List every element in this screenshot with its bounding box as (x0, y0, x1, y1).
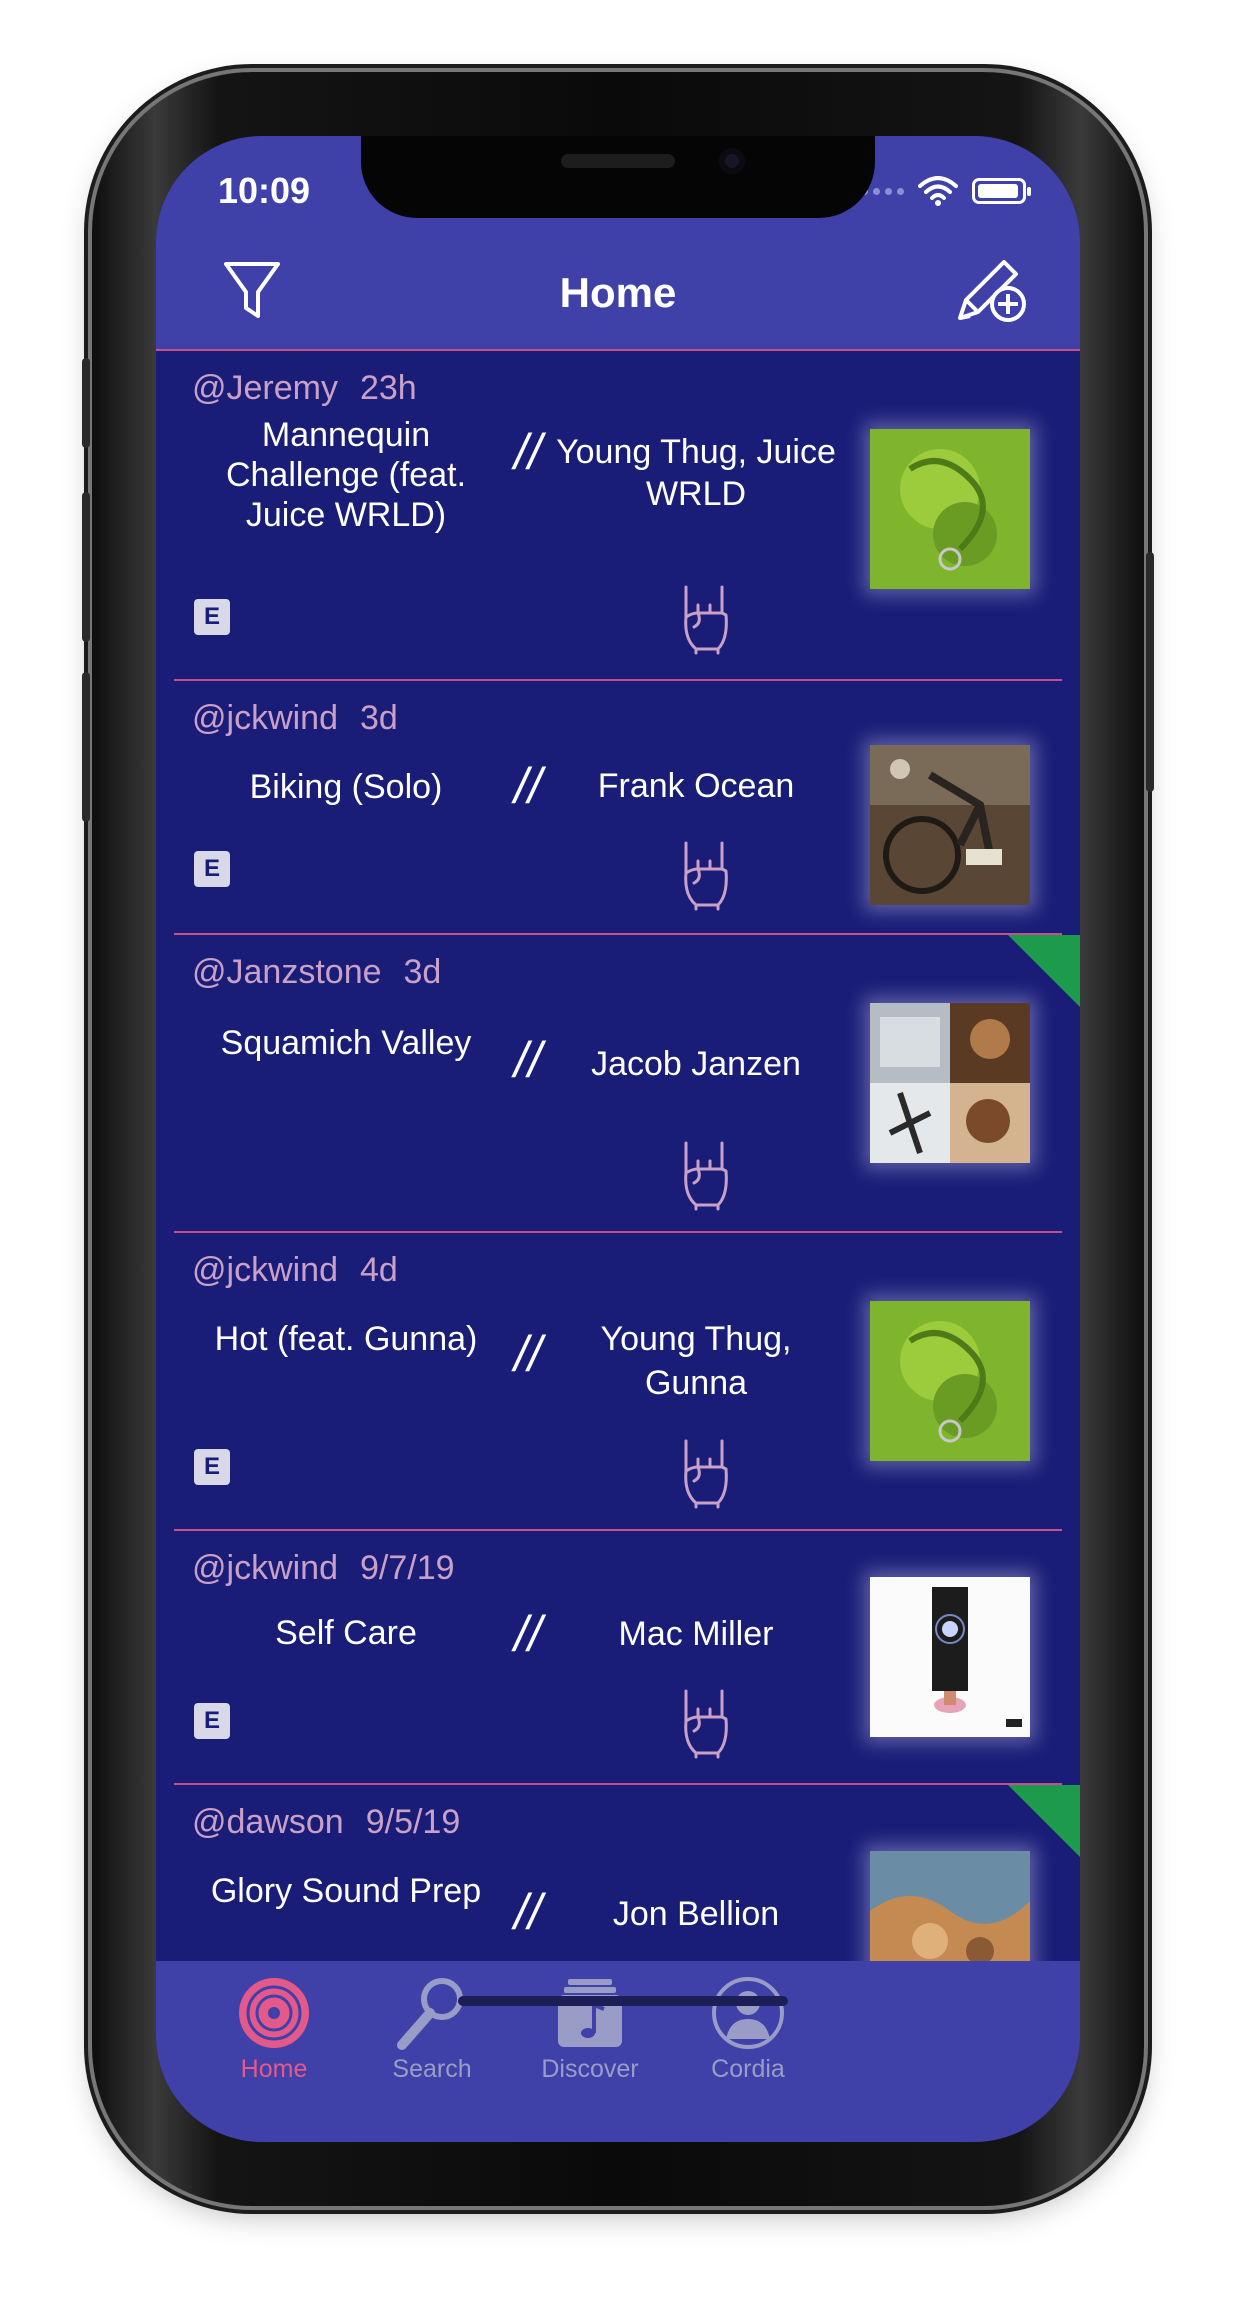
status-time: 10:09 (218, 170, 311, 211)
camera (719, 148, 745, 174)
page-title: Home (559, 269, 677, 316)
rock-hand-icon[interactable] (676, 1139, 736, 1211)
separator: // (514, 758, 542, 814)
post-meta: @Jeremy 23h (192, 369, 417, 408)
post-time: 3d (360, 699, 398, 737)
feed-list[interactable]: @Jeremy 23h Mannequin Challenge (feat. Ju… (156, 351, 1080, 1961)
explicit-badge: E (194, 851, 230, 887)
tab-discover[interactable]: Discover (510, 1975, 670, 2084)
song-title: Hot (feat. Gunna) (214, 1320, 478, 1358)
song-title: Self Care (275, 1614, 417, 1652)
song-title: Squamich Valley (220, 1024, 472, 1062)
feed-item[interactable]: @Jeremy 23h Mannequin Challenge (feat. Ju… (156, 351, 1080, 683)
magnifier-icon (397, 1978, 463, 2050)
app-screen: 10:09 Home @Jeremy 23h Mannequin Challen… (156, 136, 1080, 2142)
separator: // (514, 1032, 542, 1088)
rock-hand-icon[interactable] (676, 1687, 736, 1759)
artist-name: Young Thug, Juice WRLD (556, 433, 836, 513)
separator: // (514, 424, 542, 480)
battery-icon (972, 178, 1031, 204)
post-time: 3d (403, 953, 442, 991)
new-badge-corner (1008, 935, 1080, 1007)
artist-name: Jon Bellion (612, 1895, 780, 1933)
volume-down-button (82, 672, 90, 822)
separator: // (514, 1606, 542, 1662)
album-art[interactable] (870, 1301, 1030, 1461)
music-stack-icon (558, 1979, 622, 2047)
artist-name: Jacob Janzen (591, 1045, 801, 1083)
speaker (561, 154, 675, 168)
album-art[interactable] (870, 1851, 1030, 1961)
mute-switch (82, 358, 90, 448)
post-meta: @dawson 9/5/19 (192, 1803, 460, 1842)
tab-label: Search (392, 2055, 472, 2083)
username-link[interactable]: @jckwind (192, 699, 338, 737)
explicit-badge: E (194, 1449, 230, 1485)
song-title: Glory Sound Prep (210, 1872, 482, 1910)
notch (361, 136, 875, 218)
artist-name: Frank Ocean (597, 767, 795, 805)
album-art[interactable] (870, 429, 1030, 589)
post-time: 9/5/19 (365, 1803, 461, 1841)
rock-hand-icon[interactable] (676, 583, 736, 655)
profile-icon (712, 1977, 784, 2049)
tab-label: Home (240, 2055, 308, 2083)
artist-name: Young Thug, Gunna (600, 1320, 792, 1402)
post-meta: @Janzstone 3d (192, 953, 441, 992)
vinyl-record-icon (239, 1978, 309, 2048)
feed-item[interactable]: @jckwind 4d Hot (feat. Gunna) // Young Th… (156, 1233, 1080, 1533)
tab-bar: Home Search Discover Cordia (156, 1961, 1080, 2142)
tab-label: Discover (541, 2055, 639, 2083)
explicit-badge: E (194, 599, 230, 635)
tab-home[interactable]: Home (194, 1975, 354, 2084)
username-link[interactable]: @jckwind (192, 1549, 338, 1587)
tab-label: Cordia (711, 2055, 785, 2083)
power-button (1146, 552, 1154, 792)
username-link[interactable]: @jckwind (192, 1251, 338, 1289)
feed-item[interactable]: @Janzstone 3d Squamich Valley // Jacob Ja… (156, 935, 1080, 1235)
compose-pen-icon[interactable] (952, 254, 1028, 326)
new-badge-corner (1008, 1785, 1080, 1857)
album-art[interactable] (870, 1577, 1030, 1737)
username-link[interactable]: @Jeremy (192, 369, 338, 407)
wifi-icon (918, 176, 958, 206)
song-title: Mannequin Challenge (feat. Juice WRLD) (225, 416, 467, 534)
rock-hand-icon[interactable] (676, 839, 736, 911)
feed-item[interactable]: @jckwind 9/7/19 Self Care // Mac Miller E (156, 1531, 1080, 1787)
post-time: 23h (359, 369, 417, 407)
phone-frame: 10:09 Home @Jeremy 23h Mannequin Challen… (82, 72, 1154, 2206)
rock-hand-icon[interactable] (676, 1437, 736, 1509)
feed-item[interactable]: @dawson 9/5/19 Glory Sound Prep // Jon Be… (156, 1785, 1080, 1961)
post-time: 4d (360, 1251, 398, 1289)
tab-profile[interactable]: Cordia (668, 1975, 828, 2084)
album-art[interactable] (870, 1003, 1030, 1163)
username-link[interactable]: @Janzstone (192, 953, 382, 991)
feed-item[interactable]: @jckwind 3d Biking (Solo) // Frank Ocean … (156, 681, 1080, 937)
volume-up-button (82, 492, 90, 642)
post-time: 9/7/19 (360, 1549, 455, 1587)
separator: // (514, 1884, 542, 1940)
album-art[interactable] (870, 745, 1030, 905)
explicit-badge: E (194, 1703, 230, 1739)
post-meta: @jckwind 9/7/19 (192, 1549, 455, 1588)
separator: // (514, 1326, 542, 1382)
post-meta: @jckwind 4d (192, 1251, 398, 1290)
artist-name: Mac Miller (618, 1615, 774, 1653)
status-indicators (861, 176, 1031, 206)
username-link[interactable]: @dawson (192, 1803, 344, 1841)
post-meta: @jckwind 3d (192, 699, 398, 738)
song-title: Biking (Solo) (249, 768, 443, 806)
tab-search[interactable]: Search (352, 1975, 512, 2084)
home-indicator (458, 1996, 788, 2006)
